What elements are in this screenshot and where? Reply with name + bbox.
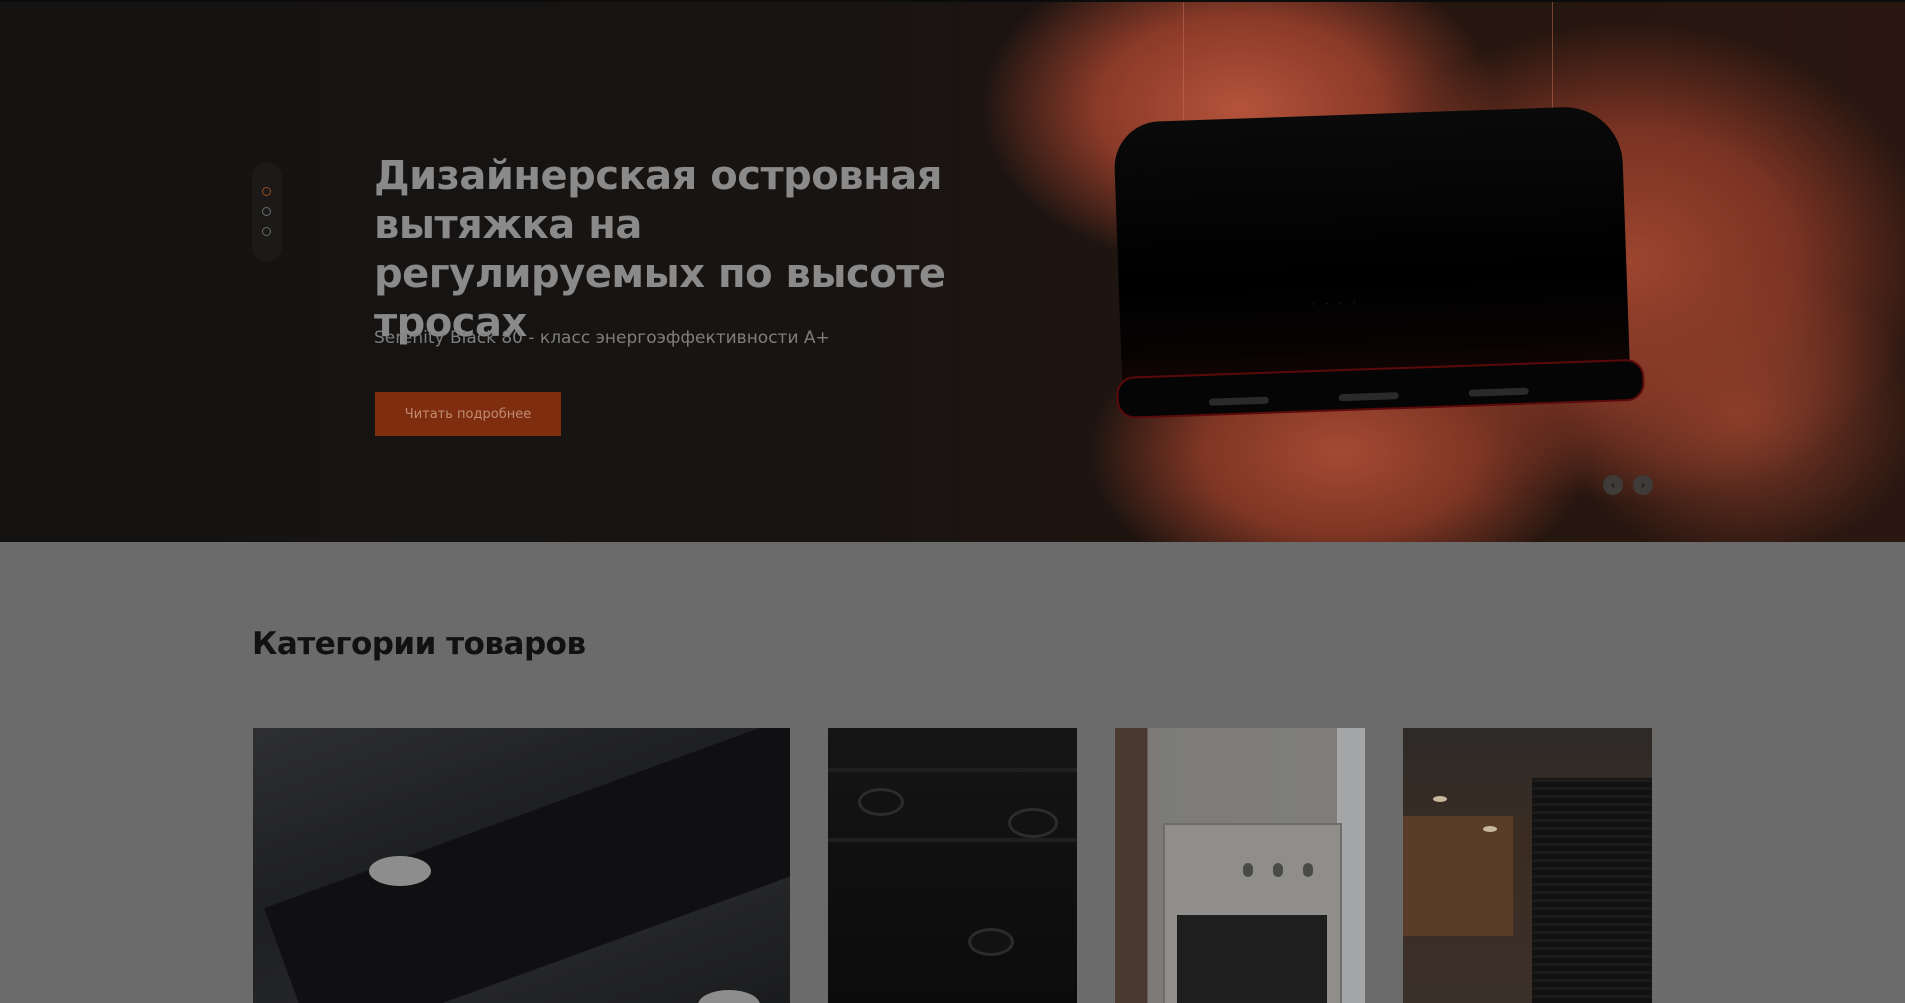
range-hood-image: · · · ·: [1113, 105, 1646, 419]
category-card-kitchen[interactable]: [1403, 728, 1652, 1003]
slide-dot-3[interactable]: [262, 227, 271, 236]
hero-slider: Дизайнерская островная вытяжка на регули…: [0, 2, 1905, 542]
cabinet-icon: [1403, 816, 1513, 936]
grate-bar: [828, 838, 1077, 842]
hero-subtitle: Serenity Black 80 - класс энергоэффектив…: [374, 328, 830, 348]
hood-light-icon: [1338, 392, 1399, 402]
categories-title: Категории товаров: [252, 626, 586, 662]
grate-bar: [828, 768, 1077, 772]
hood-lamp-icon: [369, 856, 431, 886]
slide-dot-1[interactable]: [262, 187, 271, 196]
spotlight-icon: [1433, 796, 1447, 802]
category-card-range-hoods[interactable]: [253, 728, 790, 1003]
hood-light-icon: [1468, 387, 1529, 397]
read-more-button[interactable]: Читать подробнее: [375, 392, 561, 436]
burner-icon: [858, 788, 904, 816]
slide-pagination: [252, 162, 282, 262]
hood-control-panel-icon: · · · ·: [1311, 298, 1360, 311]
oven-knob-icon: [1273, 863, 1283, 877]
blinds-icon: [1532, 778, 1652, 1003]
oven-window-icon: [1177, 915, 1327, 1003]
built-in-oven-photo-icon: [1163, 823, 1342, 1003]
range-hood-photo-icon: [264, 728, 790, 1003]
burner-icon: [968, 928, 1014, 956]
hood-lamp-icon: [698, 990, 760, 1003]
hood-light-icon: [1208, 396, 1269, 406]
oven-knob-icon: [1303, 863, 1313, 877]
slider-next-button[interactable]: ›: [1633, 475, 1653, 495]
category-card-ovens[interactable]: [1115, 728, 1365, 1003]
oven-knob-icon: [1243, 863, 1253, 877]
slide-dot-2[interactable]: [262, 207, 271, 216]
burner-icon: [1008, 808, 1058, 838]
slider-prev-button[interactable]: ‹: [1603, 475, 1623, 495]
hero-title: Дизайнерская островная вытяжка на регули…: [374, 153, 946, 346]
category-card-hobs[interactable]: [828, 728, 1077, 1003]
spotlight-icon: [1483, 826, 1497, 832]
